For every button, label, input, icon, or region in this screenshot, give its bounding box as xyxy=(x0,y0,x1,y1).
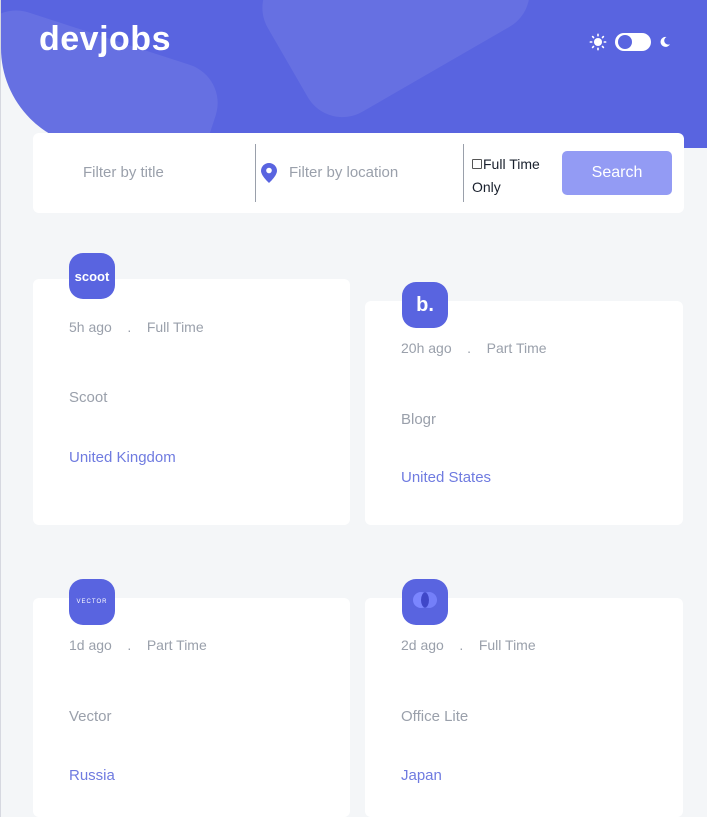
app-logo[interactable]: devjobs xyxy=(39,20,171,59)
job-location: Russia xyxy=(69,767,115,784)
location-pin-icon xyxy=(261,163,277,188)
divider xyxy=(463,144,464,202)
company-logo-blogr: b. xyxy=(402,282,448,328)
job-meta: 20h ago . Part Time xyxy=(401,340,547,356)
job-card[interactable]: 1d ago . Part Time Vector Russia xyxy=(33,598,350,817)
job-location: Japan xyxy=(401,767,442,784)
job-location: United Kingdom xyxy=(69,449,176,466)
job-company: Office Lite xyxy=(401,708,469,725)
location-filter-input[interactable]: Filter by location xyxy=(289,164,398,181)
divider xyxy=(255,144,256,202)
job-location: United States xyxy=(401,469,492,486)
fulltime-label: Full Time Only xyxy=(472,156,540,195)
fulltime-only-checkbox[interactable]: Full Time Only xyxy=(472,153,552,199)
job-company: Blogr xyxy=(401,411,437,428)
job-company: Vector xyxy=(69,708,112,725)
moon-icon xyxy=(659,36,671,48)
job-meta: 1d ago . Part Time xyxy=(69,637,207,653)
checkbox-box[interactable] xyxy=(472,159,482,169)
company-logo-office-lite xyxy=(402,579,448,625)
company-logo-scoot: scoot xyxy=(69,253,115,299)
title-filter-input[interactable]: Filter by title xyxy=(83,164,164,181)
job-card[interactable]: 20h ago . Part Time Blogr United States xyxy=(365,301,683,525)
job-card[interactable]: 5h ago . Full Time Scoot United Kingdom xyxy=(33,279,350,525)
header-decoration xyxy=(247,0,545,132)
company-logo-vector: VECTOR xyxy=(69,579,115,625)
theme-switcher xyxy=(589,32,671,52)
job-meta: 5h ago . Full Time xyxy=(69,319,204,335)
office-lite-icon xyxy=(412,591,438,614)
job-company: Scoot xyxy=(69,389,108,406)
theme-toggle[interactable] xyxy=(615,33,651,51)
sun-icon xyxy=(589,33,607,51)
header: devjobs xyxy=(1,0,707,148)
job-card[interactable]: 2d ago . Full Time Office Lite Japan xyxy=(365,598,683,817)
job-meta: 2d ago . Full Time xyxy=(401,637,536,653)
toggle-knob xyxy=(618,35,632,49)
search-button[interactable]: Search xyxy=(562,151,672,195)
search-bar: Filter by title Filter by location Full … xyxy=(33,133,684,213)
